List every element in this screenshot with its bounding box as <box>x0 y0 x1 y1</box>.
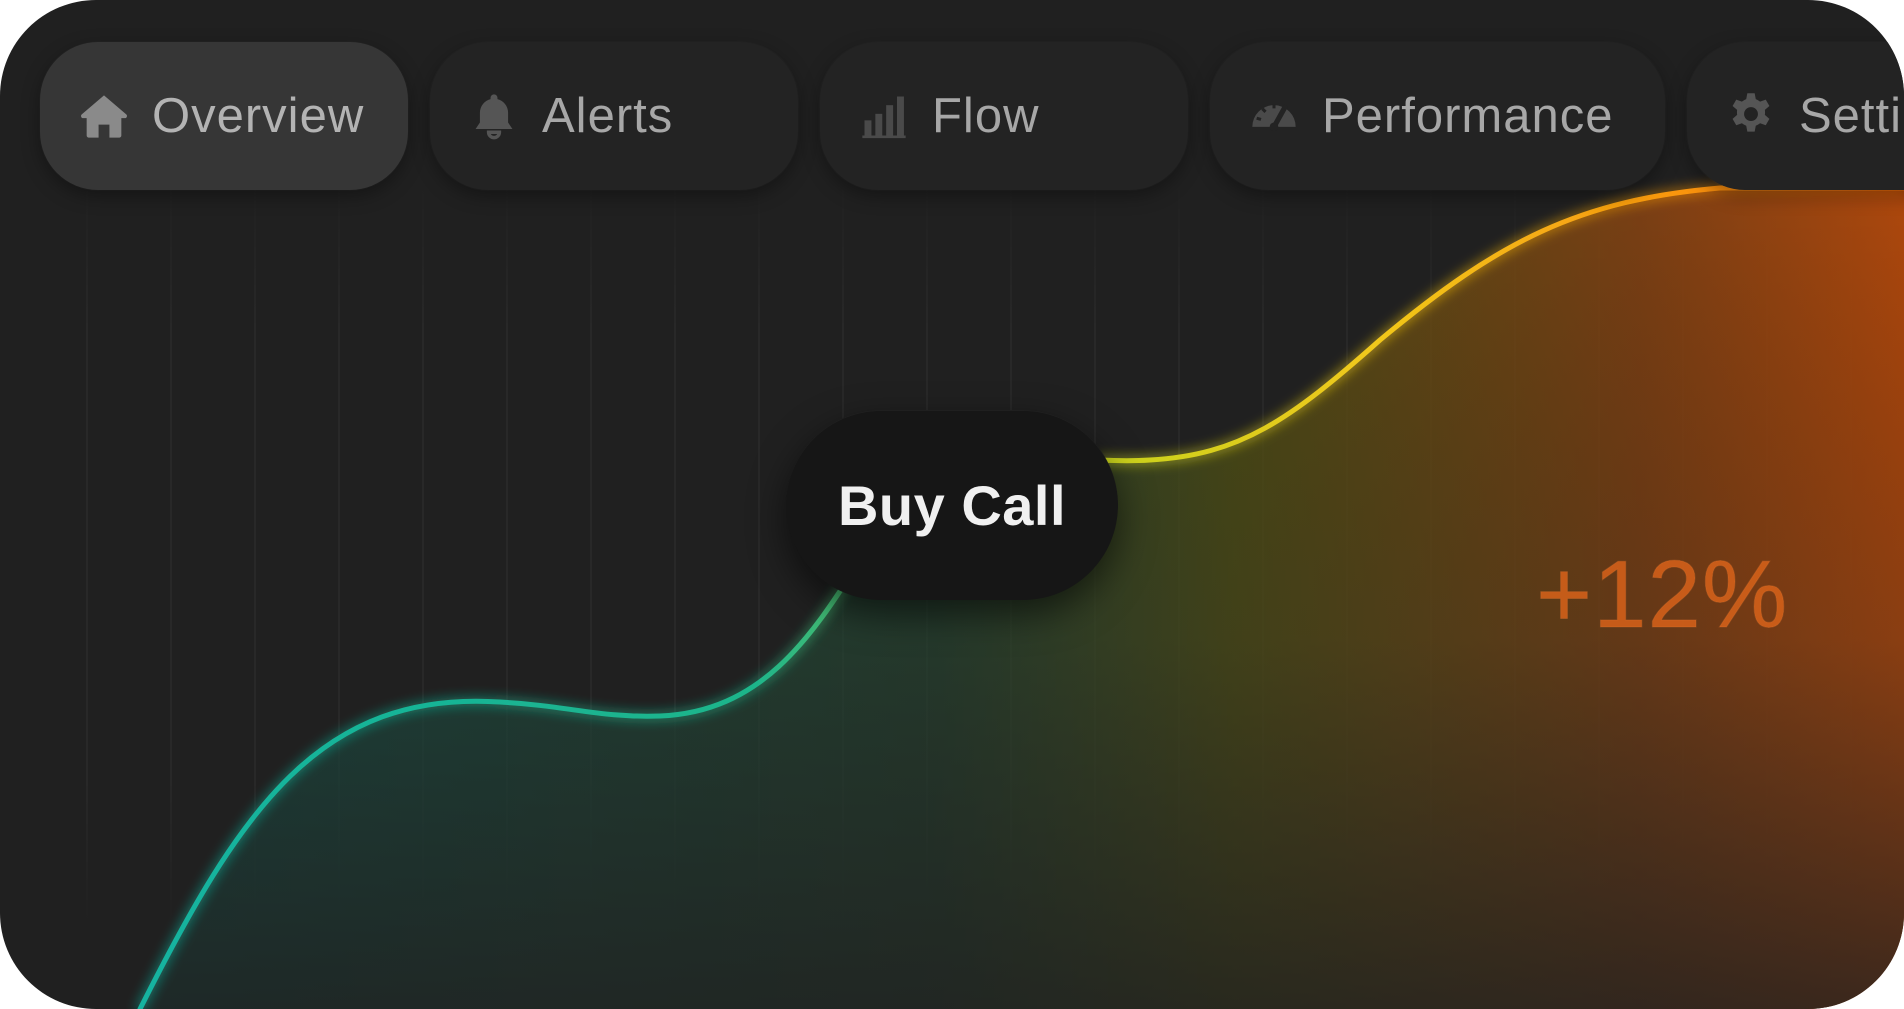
nav-tabs: Overview Alerts Flow Performance Setti <box>40 42 1904 190</box>
tab-settings[interactable]: Setti <box>1687 42 1904 190</box>
gauge-icon <box>1248 90 1300 142</box>
percent-change: +12% <box>1535 541 1789 649</box>
tab-alerts-label: Alerts <box>542 89 674 143</box>
bell-icon <box>468 90 520 142</box>
tab-flow-label: Flow <box>932 89 1040 143</box>
tab-performance-label: Performance <box>1322 89 1614 143</box>
tab-overview[interactable]: Overview <box>40 42 408 190</box>
tab-flow[interactable]: Flow <box>820 42 1188 190</box>
home-icon <box>78 90 130 142</box>
tab-settings-label: Setti <box>1799 89 1903 143</box>
buy-call-button[interactable]: Buy Call <box>786 410 1118 600</box>
bar-chart-icon <box>858 90 910 142</box>
tab-alerts[interactable]: Alerts <box>430 42 798 190</box>
tab-overview-label: Overview <box>152 89 365 143</box>
gear-icon <box>1725 90 1777 142</box>
tab-performance[interactable]: Performance <box>1210 42 1665 190</box>
chart-card: Overview Alerts Flow Performance Setti B… <box>0 0 1904 1009</box>
